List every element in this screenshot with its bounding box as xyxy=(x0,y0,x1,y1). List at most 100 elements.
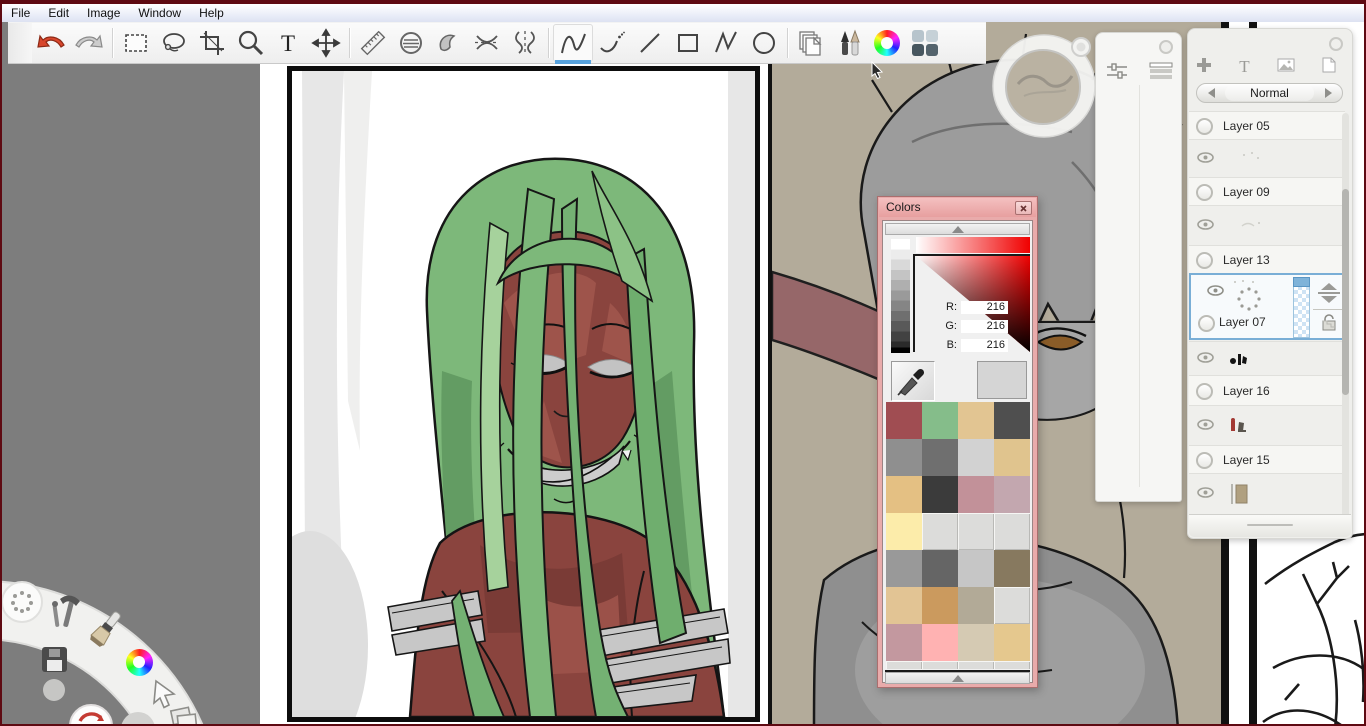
visibility-eye-icon[interactable] xyxy=(1197,150,1214,168)
tool-wheel[interactable] xyxy=(2,557,242,726)
visibility-eye-icon[interactable] xyxy=(1197,485,1214,503)
layer-radio[interactable] xyxy=(1198,315,1215,332)
color-swatch[interactable] xyxy=(958,476,994,513)
color-swatch[interactable] xyxy=(958,587,994,624)
polyline-tool[interactable] xyxy=(707,25,745,61)
brushes-button[interactable] xyxy=(830,25,868,61)
color-swatch[interactable] xyxy=(886,624,922,661)
dotted-curve-tool[interactable] xyxy=(593,25,631,61)
color-swatch[interactable] xyxy=(958,550,994,587)
visibility-eye-icon[interactable] xyxy=(1197,217,1214,235)
menu-window[interactable]: Window xyxy=(129,4,190,22)
ruler-tool[interactable] xyxy=(354,25,392,61)
circle-guide-tool[interactable] xyxy=(392,25,430,61)
color-wheel-button[interactable] xyxy=(868,25,906,61)
menu-image[interactable]: Image xyxy=(78,4,129,22)
layer-radio[interactable] xyxy=(1196,118,1213,135)
zoom-tool[interactable] xyxy=(231,25,269,61)
list-tab[interactable] xyxy=(1148,61,1176,81)
value-strip[interactable] xyxy=(891,239,910,353)
opacity-slider[interactable] xyxy=(1293,277,1310,338)
layer-radio[interactable] xyxy=(1196,252,1213,269)
colors-dialog[interactable]: Colors R: xyxy=(877,196,1038,688)
empty-swatch[interactable] xyxy=(922,513,958,550)
menu-file[interactable]: File xyxy=(2,4,39,22)
current-color-swatch[interactable] xyxy=(977,361,1027,399)
empty-swatch[interactable] xyxy=(958,513,994,550)
color-swatch[interactable] xyxy=(958,402,994,439)
layer-row[interactable]: Layer 05 xyxy=(1189,111,1345,140)
layer-thumb-row[interactable] xyxy=(1189,405,1345,446)
g-value-field[interactable]: 216 xyxy=(961,320,1008,333)
menu-help[interactable]: Help xyxy=(190,4,233,22)
color-swatch[interactable] xyxy=(922,402,958,439)
rectangle-tool[interactable] xyxy=(669,25,707,61)
color-swatch[interactable] xyxy=(994,550,1030,587)
add-layer-button[interactable] xyxy=(1196,57,1212,78)
color-swatch[interactable] xyxy=(922,587,958,624)
eyedropper-button[interactable] xyxy=(891,361,935,401)
pages-button[interactable] xyxy=(792,25,830,61)
text-layer-button[interactable]: T xyxy=(1239,57,1249,77)
r-value-field[interactable]: 216 xyxy=(961,301,1008,314)
move-tool[interactable] xyxy=(307,25,345,61)
layers-scrollbar-thumb[interactable] xyxy=(1342,189,1349,395)
comic-panel-1[interactable] xyxy=(287,66,760,722)
color-swatch[interactable] xyxy=(958,439,994,476)
close-icon[interactable] xyxy=(1015,201,1032,215)
color-swatch[interactable] xyxy=(922,476,958,513)
color-swatch[interactable] xyxy=(922,439,958,476)
page-layer-button[interactable] xyxy=(1322,57,1336,78)
visibility-eye-icon[interactable] xyxy=(1197,350,1214,368)
rect-select-tool[interactable] xyxy=(117,25,155,61)
panel-collapse-icon[interactable] xyxy=(1329,37,1343,51)
color-swatch[interactable] xyxy=(958,624,994,661)
layer-row[interactable]: Layer 15 xyxy=(1189,445,1345,474)
line-tool[interactable] xyxy=(631,25,669,61)
brush-preview-widget[interactable] xyxy=(988,30,1100,140)
layer-row[interactable]: Layer 16 xyxy=(1189,375,1345,406)
b-value-field[interactable]: 216 xyxy=(961,339,1008,352)
layer-radio[interactable] xyxy=(1196,184,1213,201)
color-swatch[interactable] xyxy=(886,513,922,550)
layer-reorder-control[interactable] xyxy=(1313,279,1345,307)
color-wheel-icon[interactable] xyxy=(126,649,153,676)
empty-swatch[interactable] xyxy=(994,513,1030,550)
ellipse-tool[interactable] xyxy=(745,25,783,61)
visibility-eye-icon[interactable] xyxy=(1207,283,1224,301)
distort-tool[interactable] xyxy=(468,25,506,61)
layer-thumb-row[interactable] xyxy=(1189,139,1345,178)
color-swatch[interactable] xyxy=(886,476,922,513)
collapse-bottom-button[interactable] xyxy=(885,672,1030,684)
colors-dialog-titlebar[interactable]: Colors xyxy=(879,198,1036,217)
liquify-tool[interactable] xyxy=(506,25,544,61)
color-swatch[interactable] xyxy=(994,402,1030,439)
layer-thumb-row[interactable] xyxy=(1189,473,1345,514)
lock-icon[interactable] xyxy=(1321,313,1337,336)
color-swatch[interactable] xyxy=(994,624,1030,661)
curve-tool[interactable] xyxy=(553,24,593,62)
panel-collapse-icon[interactable] xyxy=(1159,40,1173,54)
visibility-eye-icon[interactable] xyxy=(1197,417,1214,435)
layer-row-selected[interactable]: Layer 07 xyxy=(1189,273,1347,340)
blend-prev-arrow[interactable] xyxy=(1197,88,1225,98)
color-swatch[interactable] xyxy=(994,439,1030,476)
layer-row[interactable]: Layer 13 xyxy=(1189,245,1345,274)
blend-mode-selector[interactable]: Normal xyxy=(1196,83,1343,103)
image-layer-button[interactable] xyxy=(1277,58,1295,77)
hue-bar[interactable] xyxy=(916,237,1030,253)
text-tool[interactable]: T xyxy=(269,25,307,61)
lasso-select-tool[interactable] xyxy=(155,25,193,61)
blend-next-arrow[interactable] xyxy=(1314,88,1342,98)
color-swatch[interactable] xyxy=(886,587,922,624)
color-swatch[interactable] xyxy=(922,550,958,587)
undo-button[interactable] xyxy=(32,25,70,61)
redo-button[interactable] xyxy=(70,25,108,61)
sliders-tab[interactable] xyxy=(1104,61,1132,81)
layer-thumb-row[interactable] xyxy=(1189,205,1345,246)
empty-swatch[interactable] xyxy=(994,587,1030,624)
crop-tool[interactable] xyxy=(193,25,231,61)
layer-row[interactable]: Layer 09 xyxy=(1189,177,1345,206)
color-swatch[interactable] xyxy=(886,439,922,476)
smudge-tool[interactable] xyxy=(430,25,468,61)
